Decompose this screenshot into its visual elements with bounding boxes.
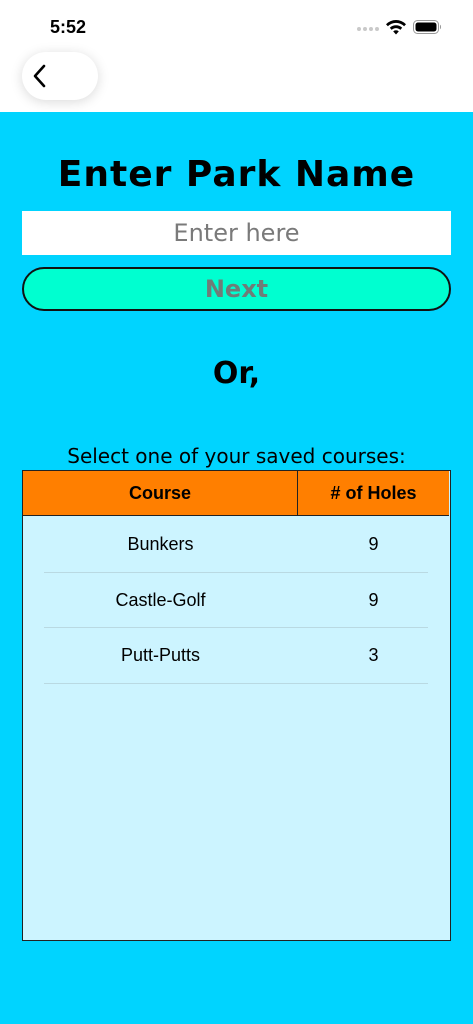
course-name: Bunkers <box>127 534 194 555</box>
back-button[interactable] <box>22 52 98 100</box>
wifi-icon <box>386 19 406 35</box>
table-header: Course # of Holes <box>23 471 449 516</box>
cellular-signal-icon <box>357 27 379 33</box>
page-title: Enter Park Name <box>57 154 416 195</box>
top-bar: 5:52 <box>0 0 473 112</box>
main-content: Enter Park Name Next Or, Select one of y… <box>0 112 473 1024</box>
hole-count: 9 <box>368 534 379 555</box>
hole-count: 9 <box>368 589 379 610</box>
saved-courses-label: Select one of your saved courses: <box>67 444 406 468</box>
table-row[interactable]: Castle-Golf 9 <box>23 573 449 629</box>
park-name-input[interactable] <box>22 211 451 255</box>
saved-courses-table: Course # of Holes Bunkers 9 Castle-Golf … <box>22 470 451 941</box>
status-time: 5:52 <box>50 17 87 37</box>
table-row[interactable]: Bunkers 9 <box>23 517 449 573</box>
next-button[interactable]: Next <box>22 267 451 311</box>
course-name: Putt-Putts <box>120 645 201 666</box>
hole-count: 3 <box>368 645 379 666</box>
or-label: Or, <box>212 356 261 391</box>
chevron-left-icon <box>33 64 46 88</box>
course-name: Castle-Golf <box>115 589 206 610</box>
table-body: Bunkers 9 Castle-Golf 9 Putt-Putts 3 <box>23 517 449 684</box>
table-row[interactable]: Putt-Putts 3 <box>23 628 449 684</box>
battery-icon <box>413 20 442 34</box>
header-course: Course <box>23 471 298 515</box>
header-holes: # of Holes <box>330 482 417 503</box>
